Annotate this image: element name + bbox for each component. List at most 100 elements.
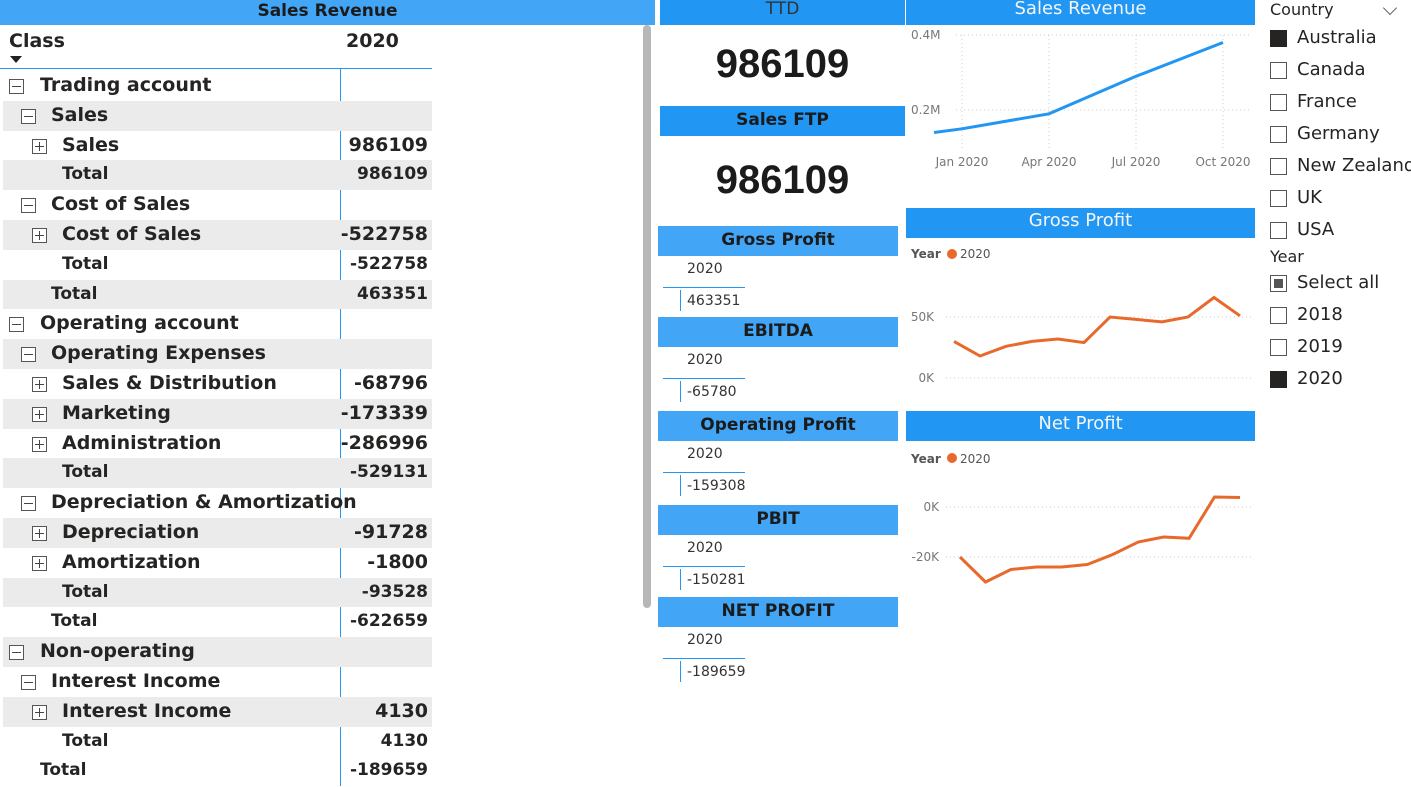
matrix-title: Sales Revenue bbox=[0, 0, 655, 25]
years-option-label: 2020 bbox=[1297, 368, 1343, 389]
net-profit-legend-marker bbox=[947, 453, 957, 463]
matrix-row[interactable]: Operating account bbox=[3, 309, 432, 339]
row-label: Marketing bbox=[62, 401, 171, 424]
y-tick-label: 0K bbox=[918, 371, 935, 385]
checkbox-icon[interactable] bbox=[1270, 307, 1287, 324]
matrix-row[interactable]: Marketing -173339 bbox=[3, 398, 432, 429]
matrix-total-row[interactable]: Total 986109 bbox=[3, 160, 432, 191]
expand-plus-icon[interactable] bbox=[32, 436, 47, 452]
card-title: Operating Profit bbox=[658, 411, 898, 441]
sort-descending-icon[interactable] bbox=[10, 56, 22, 63]
countries-option-label: UK bbox=[1297, 187, 1322, 208]
matrix-row[interactable]: Amortization -1800 bbox=[3, 548, 432, 578]
collapse-minus-icon[interactable] bbox=[9, 645, 24, 661]
card-column-divider bbox=[680, 290, 681, 311]
checkbox-icon[interactable] bbox=[1270, 339, 1287, 356]
card-year: 2020 bbox=[687, 632, 723, 648]
net-profit-legend-title: Year bbox=[910, 452, 941, 466]
net-profit-series-line bbox=[958, 495, 1241, 584]
matrix-row[interactable]: Depreciation -91728 bbox=[3, 517, 432, 548]
expand-plus-icon[interactable] bbox=[32, 138, 47, 154]
card-year: 2020 bbox=[687, 352, 723, 368]
matrix-row[interactable]: Administration -286996 bbox=[3, 429, 432, 459]
checkbox-icon[interactable] bbox=[1270, 62, 1287, 79]
matrix-row[interactable]: Depreciation & Amortization bbox=[3, 488, 432, 518]
matrix-total-row[interactable]: Total 4130 bbox=[3, 727, 432, 757]
matrix-total-row[interactable]: Total -522758 bbox=[3, 250, 432, 280]
matrix-row[interactable]: Non-operating bbox=[3, 637, 432, 667]
matrix-total-row[interactable]: Total 463351 bbox=[3, 279, 432, 310]
row-label: Sales & Distribution bbox=[62, 371, 277, 394]
matrix-total-row[interactable]: Total -93528 bbox=[3, 577, 432, 608]
matrix-rows: Trading account Sales Sales 986109 Total 9861… bbox=[3, 71, 432, 786]
matrix-total-row[interactable]: Total -189659 bbox=[3, 756, 432, 786]
net-profit-legend-label[interactable]: 2020 bbox=[960, 452, 991, 466]
matrix-row[interactable]: Interest Income 4130 bbox=[3, 696, 432, 727]
countries-option-label: Canada bbox=[1297, 59, 1366, 80]
checkbox-icon[interactable] bbox=[1270, 30, 1287, 47]
matrix-row[interactable]: Sales 986109 bbox=[3, 131, 432, 161]
x-tick-label: Jul 2020 bbox=[1111, 155, 1161, 169]
countries-option-label: USA bbox=[1297, 219, 1335, 240]
expand-plus-icon[interactable] bbox=[32, 406, 47, 422]
row-label: Total bbox=[62, 462, 109, 483]
card-year: 2020 bbox=[687, 446, 723, 462]
checkbox-icon[interactable] bbox=[1270, 158, 1287, 175]
matrix-row[interactable]: Sales bbox=[3, 100, 432, 131]
card-year: 2020 bbox=[687, 540, 723, 556]
countries-option-label: Germany bbox=[1297, 123, 1380, 144]
checkbox-icon[interactable] bbox=[1270, 94, 1287, 111]
matrix-row[interactable]: Sales & Distribution -68796 bbox=[3, 369, 432, 399]
row-value: 4130 bbox=[375, 699, 428, 722]
collapse-minus-icon[interactable] bbox=[9, 317, 24, 333]
checkbox-icon[interactable] bbox=[1270, 190, 1287, 207]
collapse-minus-icon[interactable] bbox=[21, 198, 36, 214]
gross-profit-chart-title: Gross Profit bbox=[906, 208, 1255, 238]
row-label: Non-operating bbox=[40, 640, 195, 663]
collapse-minus-icon[interactable] bbox=[21, 108, 36, 124]
gross-profit-legend-label[interactable]: 2020 bbox=[960, 247, 991, 261]
years-option-label: Select all bbox=[1297, 272, 1380, 293]
card-title: PBIT bbox=[658, 505, 898, 535]
collapse-minus-icon[interactable] bbox=[21, 496, 36, 512]
matrix-scrollbar[interactable] bbox=[643, 25, 651, 608]
card-column-divider bbox=[680, 661, 681, 682]
card-title: NET PROFIT bbox=[658, 597, 898, 627]
matrix-total-row[interactable]: Total -622659 bbox=[3, 607, 432, 637]
chevron-down-icon[interactable] bbox=[1382, 0, 1398, 16]
y-tick-label: 0K bbox=[923, 500, 940, 514]
checkbox-icon[interactable] bbox=[1270, 371, 1287, 388]
gross-profit-chart: Year 2020 50K 0K bbox=[910, 247, 1251, 385]
y-tick-label: 50K bbox=[911, 310, 935, 324]
expand-plus-icon[interactable] bbox=[32, 376, 47, 392]
matrix-row[interactable]: Operating Expenses bbox=[3, 339, 432, 369]
row-label: Cost of Sales bbox=[62, 222, 202, 245]
row-label: Total bbox=[62, 164, 109, 185]
checkbox-icon[interactable] bbox=[1270, 222, 1287, 239]
expand-plus-icon[interactable] bbox=[32, 227, 47, 243]
expand-plus-icon[interactable] bbox=[32, 525, 47, 541]
matrix-row[interactable]: Cost of Sales -522758 bbox=[3, 219, 432, 250]
expand-plus-icon[interactable] bbox=[32, 704, 47, 720]
row-label: Operating Expenses bbox=[51, 342, 266, 365]
row-label: Total bbox=[51, 611, 98, 632]
matrix-row[interactable]: Interest Income bbox=[3, 667, 432, 697]
card-column-divider bbox=[680, 569, 681, 590]
row-label: Operating account bbox=[40, 312, 239, 335]
column-header-year[interactable]: 2020 bbox=[346, 30, 399, 52]
collapse-minus-icon[interactable] bbox=[21, 674, 36, 690]
sales-revenue-chart-title: Sales Revenue bbox=[906, 0, 1255, 25]
matrix-row[interactable]: Cost of Sales bbox=[3, 190, 432, 220]
card-year: 2020 bbox=[687, 261, 723, 277]
expand-plus-icon[interactable] bbox=[32, 555, 47, 571]
row-label: Depreciation bbox=[62, 520, 200, 543]
matrix-row[interactable]: Trading account bbox=[3, 71, 432, 101]
checkbox-icon[interactable] bbox=[1270, 126, 1287, 143]
matrix-total-row[interactable]: Total -529131 bbox=[3, 458, 432, 489]
column-header-class[interactable]: Class bbox=[9, 30, 65, 52]
y-tick-label: -20K bbox=[912, 550, 941, 564]
collapse-minus-icon[interactable] bbox=[21, 347, 36, 363]
collapse-minus-icon[interactable] bbox=[9, 79, 24, 94]
checkbox-icon[interactable] bbox=[1270, 275, 1287, 292]
row-value: -173339 bbox=[340, 401, 428, 424]
